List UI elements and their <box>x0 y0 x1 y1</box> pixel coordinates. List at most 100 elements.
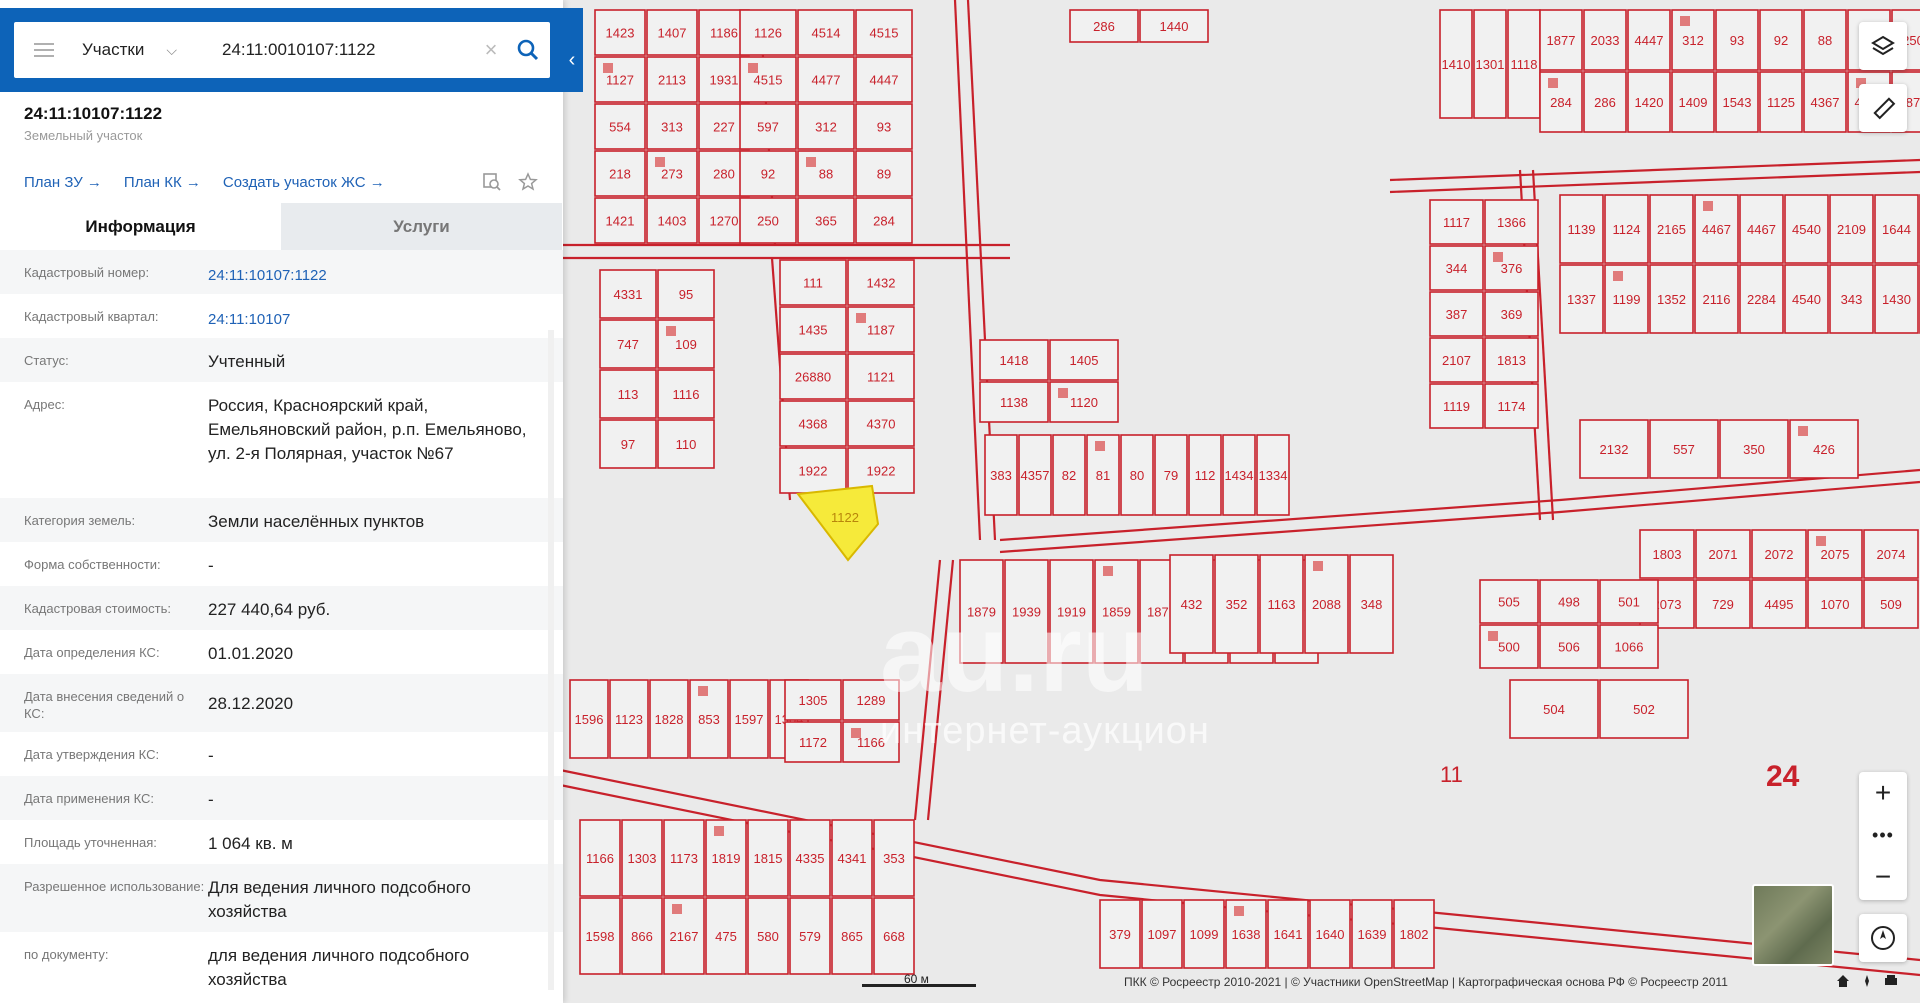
ruler-icon <box>1873 97 1896 120</box>
building-marker <box>714 826 724 836</box>
parcel-label: 80 <box>1130 468 1144 483</box>
parcel-label: 110 <box>676 437 697 452</box>
search-bar: Участки ⌵ 24:11:0010107:1122 × ‹ <box>0 8 583 92</box>
locate-icon[interactable] <box>1860 974 1874 993</box>
building-marker <box>1234 906 1244 916</box>
parcel-label: 1644 <box>1882 222 1911 237</box>
building-marker <box>1095 441 1105 451</box>
hamburger-menu-icon[interactable] <box>24 22 64 78</box>
tab-services[interactable]: Услуги <box>281 203 562 250</box>
parcel-label: 82 <box>1062 468 1076 483</box>
property-value: Для ведения личного подсобного хозяйства <box>208 878 471 921</box>
tab-information[interactable]: Информация <box>0 203 281 250</box>
parcel-label: 2107 <box>1442 353 1471 368</box>
favorite-star-icon[interactable] <box>517 171 539 193</box>
property-row: Дата определения КС: 01.01.2020 <box>0 630 563 674</box>
zoom-to-object-icon[interactable] <box>481 171 503 193</box>
compass-button[interactable] <box>1859 914 1907 962</box>
search-icon[interactable] <box>506 22 550 78</box>
print-icon[interactable] <box>1884 974 1898 993</box>
parcel-label: 4515 <box>754 73 783 88</box>
property-value: 227 440,64 руб. <box>208 600 331 619</box>
parcel-label: 88 <box>819 167 833 182</box>
parcel-label: 506 <box>1558 640 1580 655</box>
property-row: Площадь уточненная: 1 064 кв. м <box>0 820 563 864</box>
building-marker <box>856 313 866 323</box>
parcel-label: 286 <box>1594 95 1616 110</box>
property-row: по документу: для ведения личного подсоб… <box>0 932 563 1000</box>
parcel-label: 1303 <box>628 851 657 866</box>
parcel-label: 1410 <box>1442 57 1471 72</box>
parcel-label: 312 <box>815 120 837 135</box>
parcel-label: 1418 <box>1000 353 1029 368</box>
building-marker <box>672 904 682 914</box>
measure-button[interactable] <box>1859 84 1907 132</box>
layers-button[interactable] <box>1859 22 1907 70</box>
plan-zu-link[interactable]: План ЗУ → <box>24 174 102 191</box>
parcel-label: 350 <box>1743 442 1765 457</box>
parcel-label: 280 <box>713 167 735 182</box>
parcel-label: 432 <box>1181 597 1203 612</box>
parcel-label: 1432 <box>867 276 896 291</box>
property-row: Кадастровый квартал: 24:11:10107 <box>0 294 563 338</box>
zoom-out-button[interactable]: − <box>1859 856 1907 898</box>
parcel-label: 1305 <box>799 693 828 708</box>
parcel-label: 1119 <box>1443 399 1470 414</box>
parcel-label: 853 <box>698 712 720 727</box>
map-scale: 60 м <box>862 972 976 990</box>
parcel-label: 1187 <box>867 323 895 338</box>
property-row: Дата утверждения КС: - <box>0 732 563 776</box>
parcel-label: 383 <box>990 468 1012 483</box>
parcel-label: 729 <box>1712 597 1734 612</box>
district-label: 24 <box>1766 760 1800 793</box>
building-marker <box>806 157 816 167</box>
parcel-label: 1124 <box>1613 222 1641 237</box>
property-value: для ведения личного подсобного хозяйства <box>208 946 470 989</box>
property-value: - <box>208 746 214 765</box>
building-marker <box>1103 566 1113 576</box>
property-label: Кадастровая стоимость: <box>24 601 171 616</box>
parcel-label: 509 <box>1880 597 1902 612</box>
create-parcel-link[interactable]: Создать участок ЖС → <box>223 174 385 191</box>
clear-icon[interactable]: × <box>476 37 506 63</box>
parcel-label: 2165 <box>1657 222 1686 237</box>
basemap-toggle-minimap[interactable] <box>1752 884 1834 966</box>
parcel-label: 1815 <box>754 851 783 866</box>
more-button[interactable]: ••• <box>1859 814 1907 856</box>
parcel-label: 1123 <box>615 712 643 727</box>
cadastral-quarter-link[interactable]: 24:11:10107 <box>208 294 545 338</box>
parcel-label: 93 <box>1730 33 1744 48</box>
parcel-label: 95 <box>679 287 693 302</box>
parcel-label: 81 <box>1096 468 1110 483</box>
parcel-label: 273 <box>661 167 683 182</box>
parcel-label: 344 <box>1446 261 1468 276</box>
parcel-label: 111 <box>803 276 823 291</box>
compass-icon <box>1871 926 1895 950</box>
parcel-label: 1070 <box>1821 597 1850 612</box>
parcel-label: 2072 <box>1765 547 1794 562</box>
property-label: по документу: <box>24 947 109 962</box>
parcel-label: 4447 <box>1635 33 1664 48</box>
parcel-label: 500 <box>1498 640 1520 655</box>
property-list: Кадастровый номер: 24:11:10107:1122 Када… <box>0 250 563 1000</box>
search-input[interactable]: 24:11:0010107:1122 <box>212 40 476 60</box>
parcel-label: 747 <box>617 337 639 352</box>
parcel-label: 1407 <box>658 26 687 41</box>
parcel-label: 1922 <box>799 464 828 479</box>
property-row: Дата применения КС: - <box>0 776 563 820</box>
search-type-select[interactable]: Участки ⌵ <box>82 40 212 60</box>
parcel-label: 580 <box>757 929 779 944</box>
quarter-label: 11 <box>1440 762 1463 787</box>
zoom-in-button[interactable]: + <box>1859 772 1907 814</box>
collapse-panel-icon[interactable]: ‹ <box>562 40 582 80</box>
building-marker <box>655 157 665 167</box>
plan-kk-link[interactable]: План КК → <box>124 174 201 191</box>
home-icon[interactable] <box>1836 974 1850 993</box>
parcel-label: 2132 <box>1600 442 1629 457</box>
layers-icon <box>1871 35 1895 56</box>
cadastral-number-link[interactable]: 24:11:10107:1122 <box>208 250 545 294</box>
parcel-label: 113 <box>618 387 639 402</box>
panel-scrollbar[interactable] <box>548 330 554 990</box>
parcel-label: 1922 <box>867 464 896 479</box>
parcel-label: 1120 <box>1070 395 1098 410</box>
